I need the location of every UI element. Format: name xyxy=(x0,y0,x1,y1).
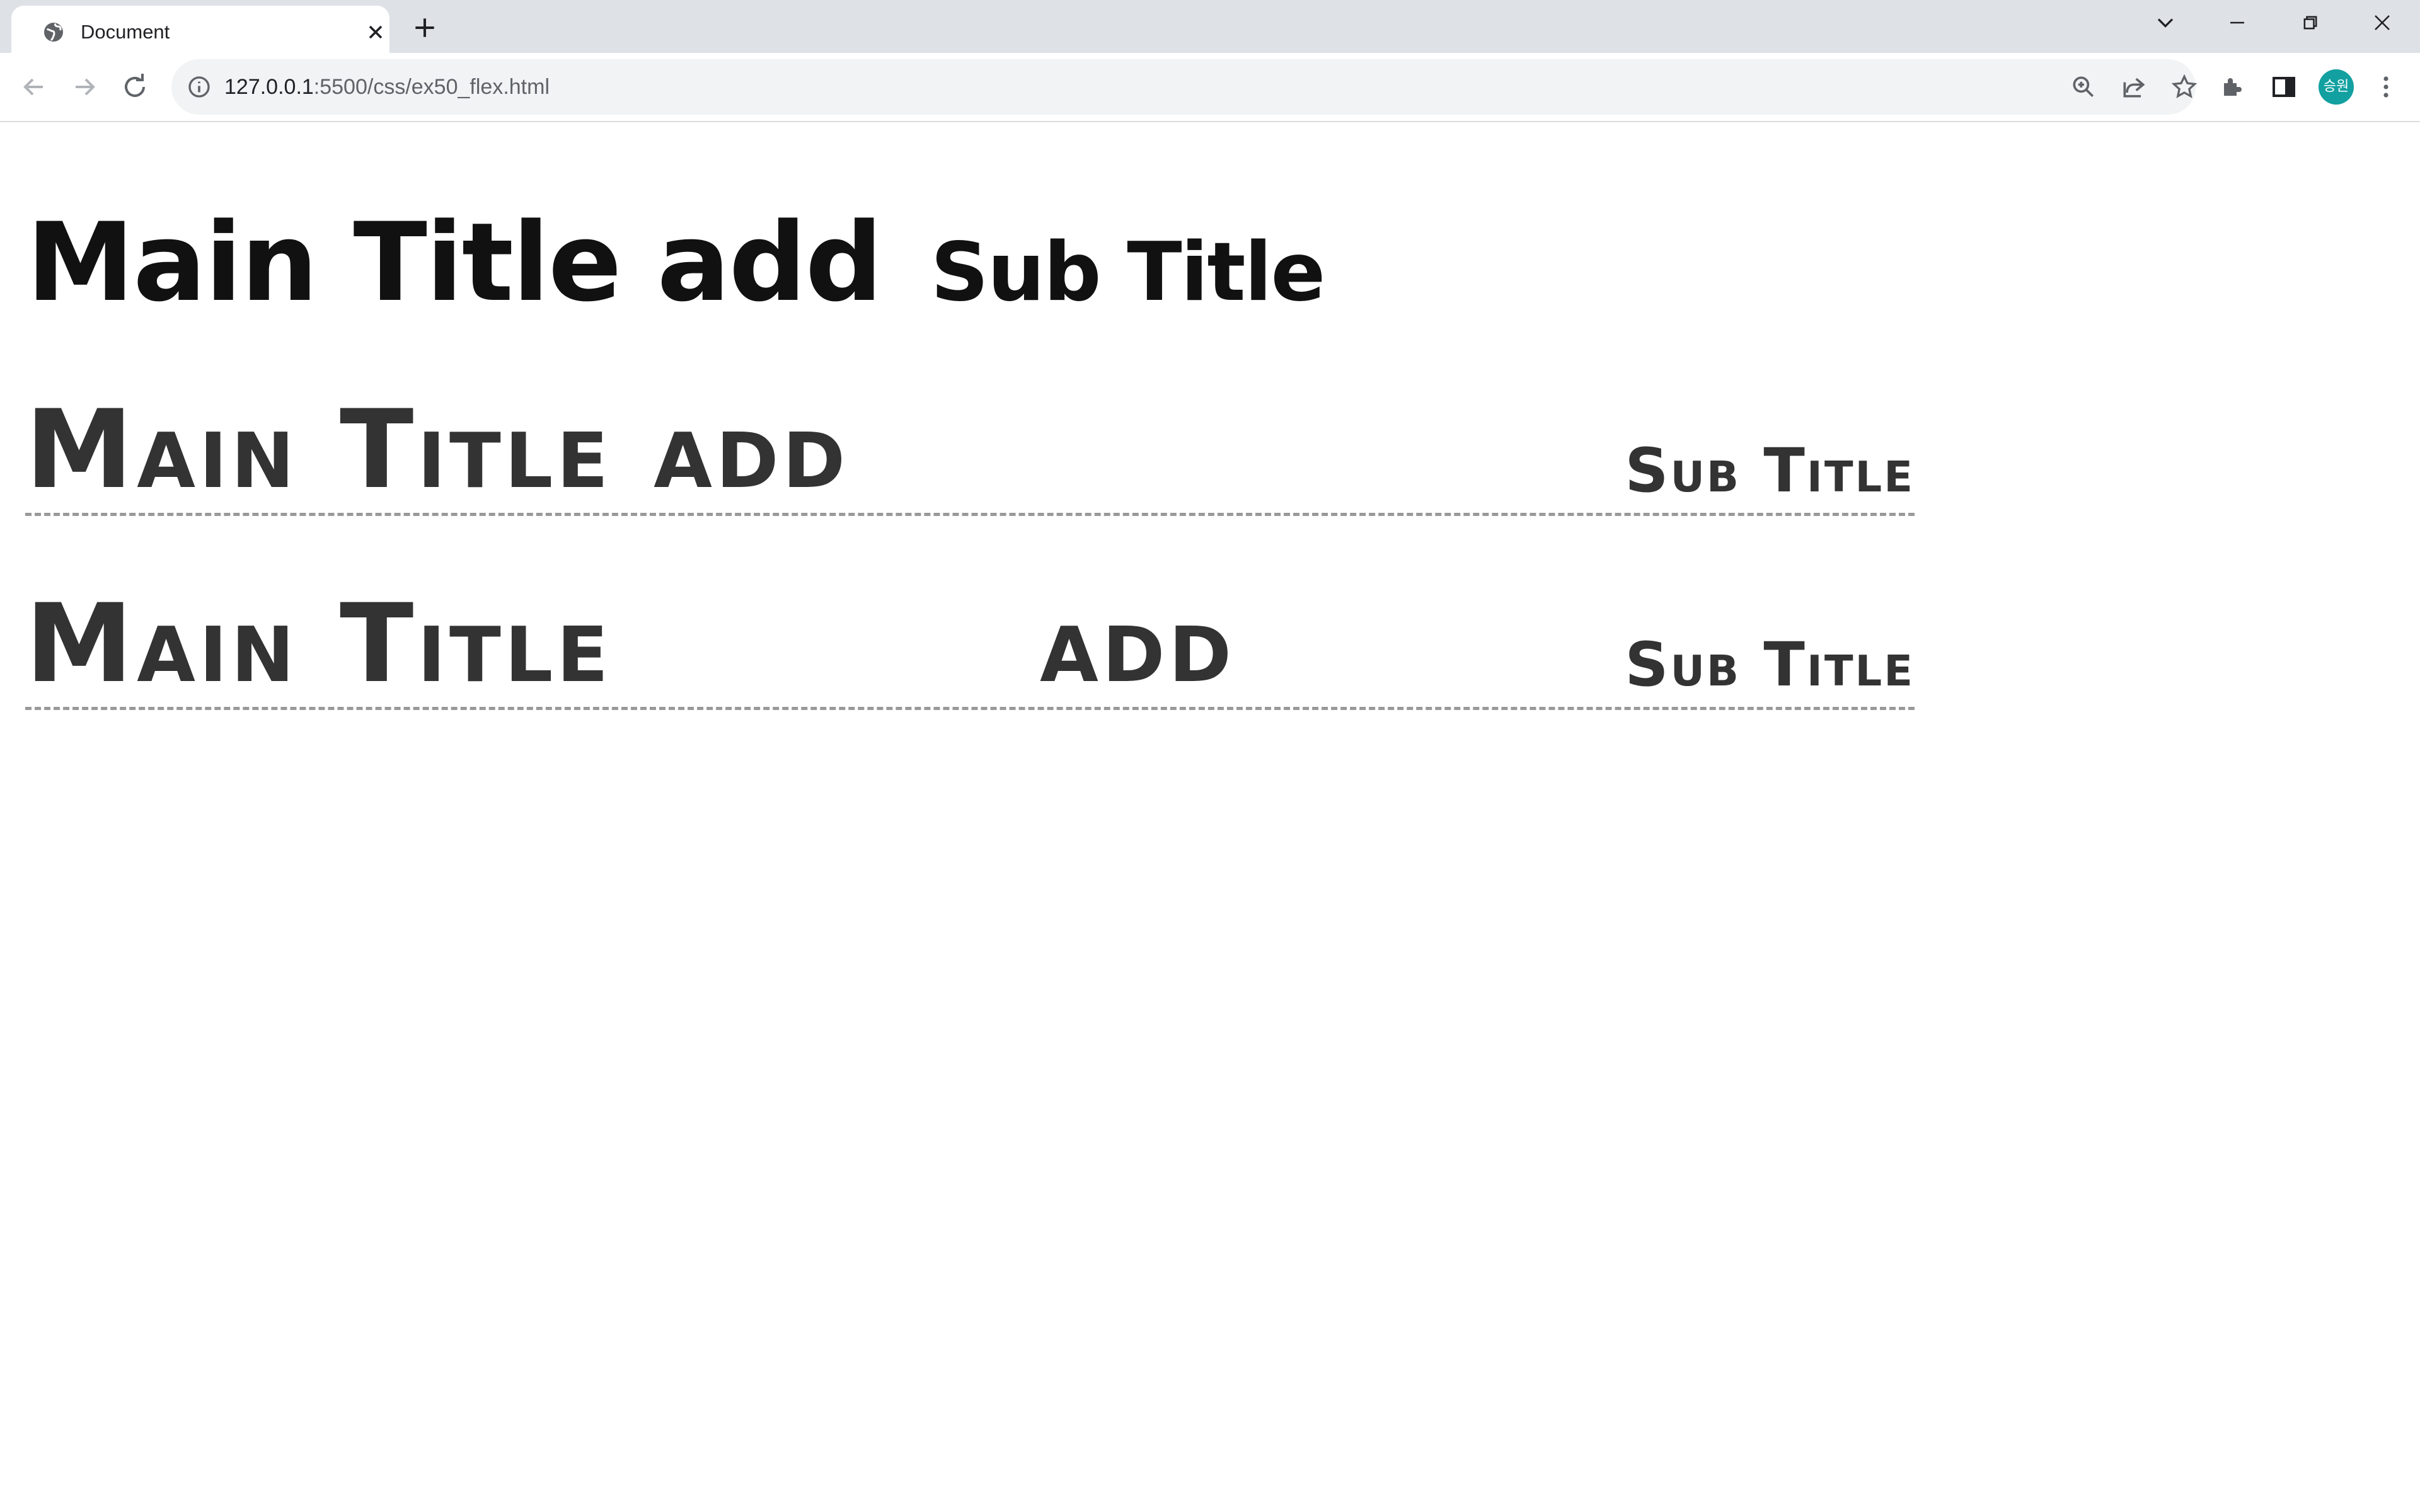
arrow-left-icon[interactable] xyxy=(19,72,49,102)
profile-avatar[interactable]: 승원 xyxy=(2319,69,2354,105)
row2-sub-title: Sub Title xyxy=(1625,629,1915,700)
row2-add: add xyxy=(1040,580,1236,707)
heading-sub: Sub Title xyxy=(930,226,1326,319)
puzzle-icon[interactable] xyxy=(2218,72,2248,102)
flex-row-1: Main Title add Sub Title xyxy=(25,390,1915,516)
address-bar[interactable]: 127.0.0.1:5500/css/ex50_flex.html xyxy=(171,59,2198,115)
share-icon[interactable] xyxy=(2120,73,2148,101)
tab-strip: Document xyxy=(0,0,2420,53)
flex-row-2: Main Title add Sub Title xyxy=(25,584,1915,710)
kebab-menu-icon[interactable] xyxy=(2371,72,2401,102)
row1-main-title: Main Title add xyxy=(25,386,850,513)
minimize-icon[interactable] xyxy=(2223,9,2251,37)
arrow-right-icon[interactable] xyxy=(69,72,100,102)
page-content: Main Title add Sub Title Main Title add … xyxy=(0,122,2420,1512)
globe-icon xyxy=(42,21,65,43)
zoom-icon[interactable] xyxy=(2070,73,2097,101)
browser-toolbar: 127.0.0.1:5500/css/ex50_flex.html xyxy=(0,53,2420,122)
close-icon[interactable] xyxy=(364,21,387,43)
heading-main: Main Title add xyxy=(26,199,883,326)
url-text[interactable]: 127.0.0.1:5500/css/ex50_flex.html xyxy=(224,72,550,101)
plus-icon[interactable] xyxy=(411,14,439,42)
browser-tab[interactable]: Document xyxy=(11,6,389,53)
row2-main-title: Main Title xyxy=(25,580,613,707)
star-icon[interactable] xyxy=(2170,73,2198,101)
tab-title: Document xyxy=(81,21,170,43)
restore-icon[interactable] xyxy=(2296,9,2324,37)
chevron-down-icon[interactable] xyxy=(2152,9,2179,37)
side-panel-icon[interactable] xyxy=(2269,72,2299,102)
reload-icon[interactable] xyxy=(120,72,150,102)
info-icon[interactable] xyxy=(187,74,212,100)
close-window-icon[interactable] xyxy=(2368,9,2396,37)
url-path: :5500/css/ex50_flex.html xyxy=(313,75,550,99)
row1-sub-title: Sub Title xyxy=(1625,435,1915,506)
page-heading: Main Title add Sub Title xyxy=(26,197,1326,339)
url-host: 127.0.0.1 xyxy=(224,75,314,99)
